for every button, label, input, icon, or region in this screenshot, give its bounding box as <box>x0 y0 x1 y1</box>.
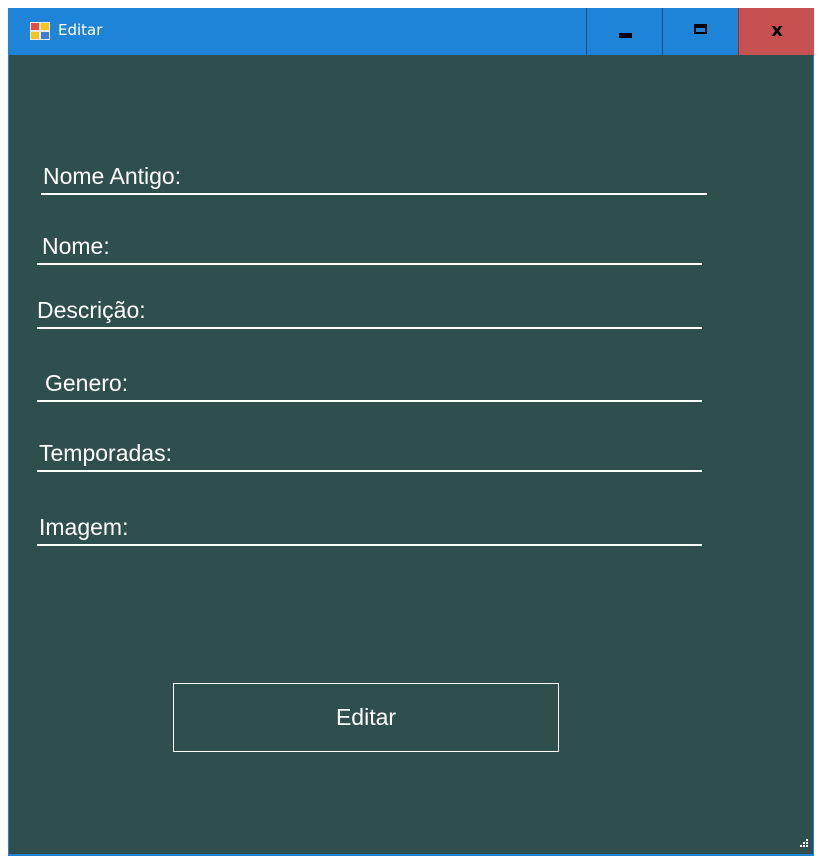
nome-antigo-label: Nome Antigo: <box>43 163 182 189</box>
maximize-icon <box>694 24 707 34</box>
field-genero: Genero: <box>37 365 702 402</box>
descricao-input[interactable] <box>187 296 698 324</box>
nome-label: Nome: <box>42 233 110 259</box>
maximize-button[interactable] <box>662 8 738 55</box>
genero-input[interactable] <box>177 369 698 397</box>
imagem-input[interactable] <box>167 513 698 541</box>
temporadas-label: Temporadas: <box>39 440 172 466</box>
field-imagem: Imagem: <box>37 508 702 546</box>
minimize-button[interactable] <box>586 8 662 55</box>
window-title: Editar <box>58 21 103 39</box>
app-form-icon <box>30 22 50 40</box>
close-button[interactable]: x <box>738 8 814 55</box>
close-icon: x <box>771 20 783 41</box>
field-nome-antigo: Nome Antigo: <box>41 162 707 195</box>
form-client-area: Nome Antigo: Nome: Descrição: Genero: Te… <box>9 55 813 854</box>
nome-antigo-input[interactable] <box>241 162 703 190</box>
temporadas-input[interactable] <box>227 439 698 467</box>
field-nome: Nome: <box>37 229 702 265</box>
field-temporadas: Temporadas: <box>37 435 702 472</box>
imagem-label: Imagem: <box>39 514 129 540</box>
nome-input[interactable] <box>157 232 698 260</box>
editar-window: Editar x Nome Antigo: Nome: Descrição: G… <box>8 8 814 856</box>
editar-button[interactable]: Editar <box>173 683 559 752</box>
field-descricao: Descrição: <box>37 293 702 329</box>
genero-label: Genero: <box>45 370 129 396</box>
title-bar[interactable]: Editar x <box>8 8 814 55</box>
minimize-icon <box>619 33 632 38</box>
resize-grip-icon[interactable] <box>797 838 809 850</box>
descricao-label: Descrição: <box>37 297 146 323</box>
